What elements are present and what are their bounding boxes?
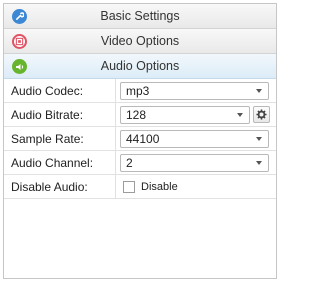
- form-empty-area: [4, 199, 276, 289]
- film-icon: [12, 34, 27, 49]
- audio-settings-panel: Basic Settings Video Options Audio Optio…: [3, 3, 277, 279]
- basic-settings-title: Basic Settings: [100, 9, 180, 23]
- audio-codec-label: Audio Codec:: [4, 79, 116, 102]
- wrench-icon: [12, 9, 27, 24]
- audio-options-form: Audio Codec: mp3 Audio Bitrate: 128 Samp…: [4, 79, 276, 289]
- chevron-down-icon: [256, 160, 262, 165]
- audio-channel-select[interactable]: 2: [120, 153, 269, 172]
- sample-rate-row: Sample Rate: 44100: [4, 127, 276, 151]
- audio-bitrate-row: Audio Bitrate: 128: [4, 103, 276, 127]
- sample-rate-label: Sample Rate:: [4, 127, 116, 150]
- sample-rate-select[interactable]: 44100: [120, 129, 269, 148]
- disable-audio-checkbox-label[interactable]: Disable: [141, 181, 178, 193]
- audio-codec-select[interactable]: mp3: [120, 81, 269, 100]
- audio-bitrate-select[interactable]: 128: [120, 105, 250, 124]
- chevron-down-icon: [256, 88, 262, 93]
- audio-channel-value: 2: [126, 155, 133, 170]
- disable-audio-checkbox[interactable]: [123, 180, 135, 193]
- audio-options-header[interactable]: Audio Options: [4, 54, 276, 79]
- basic-settings-header[interactable]: Basic Settings: [4, 4, 276, 29]
- audio-bitrate-label: Audio Bitrate:: [4, 103, 116, 126]
- disable-audio-label: Disable Audio:: [4, 175, 116, 198]
- audio-options-title: Audio Options: [100, 59, 180, 73]
- bitrate-settings-button[interactable]: [253, 106, 270, 123]
- gear-icon: [256, 109, 267, 120]
- audio-channel-label: Audio Channel:: [4, 151, 116, 174]
- video-options-title: Video Options: [100, 34, 180, 48]
- video-options-header[interactable]: Video Options: [4, 29, 276, 54]
- chevron-down-icon: [237, 112, 243, 117]
- sample-rate-value: 44100: [126, 131, 160, 146]
- audio-codec-value: mp3: [126, 83, 150, 98]
- audio-bitrate-value: 128: [126, 107, 147, 122]
- chevron-down-icon: [256, 136, 262, 141]
- disable-audio-row: Disable Audio: Disable: [4, 175, 276, 199]
- audio-channel-row: Audio Channel: 2: [4, 151, 276, 175]
- speaker-icon: [12, 59, 27, 74]
- audio-codec-row: Audio Codec: mp3: [4, 79, 276, 103]
